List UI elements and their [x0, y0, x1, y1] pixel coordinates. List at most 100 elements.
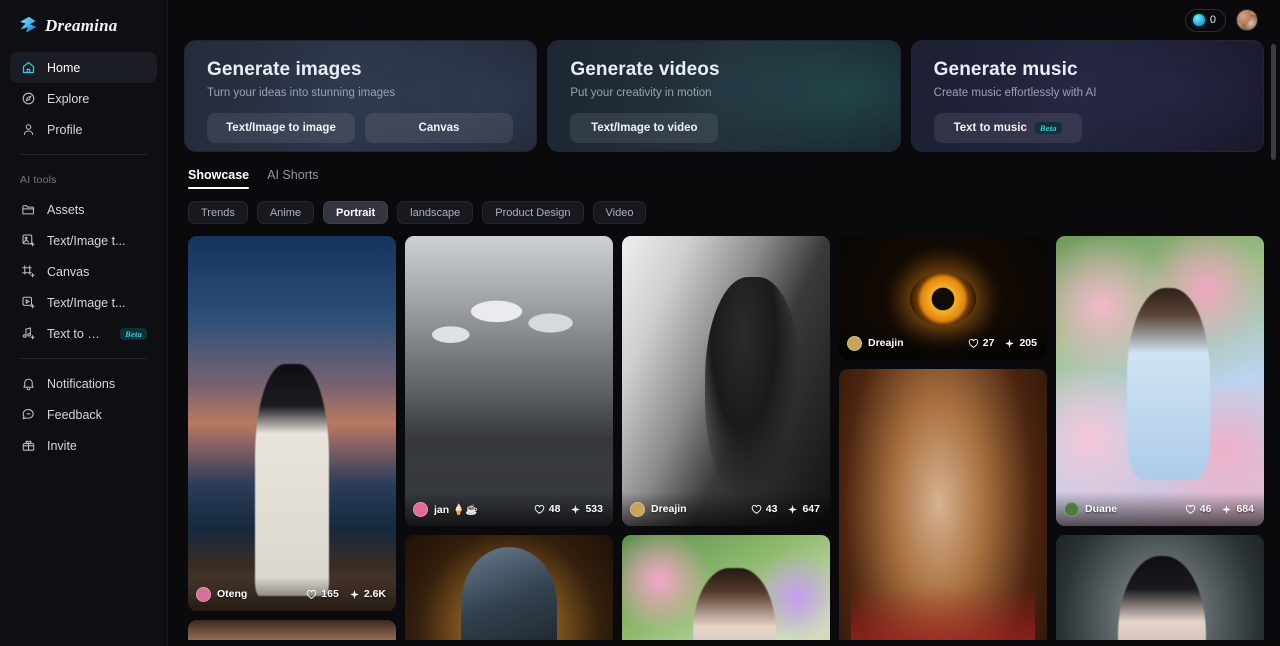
like-stat[interactable]: 46: [1185, 503, 1211, 515]
like-stat[interactable]: 165: [306, 588, 339, 600]
sidebar-item-canvas[interactable]: Canvas: [10, 256, 157, 287]
gallery-card-stats: 27 205: [968, 337, 1037, 349]
chip-video[interactable]: Video: [592, 201, 647, 224]
heart-icon: [534, 504, 545, 515]
text-to-music-label: Text to music: [953, 122, 1027, 134]
credits-badge[interactable]: 0: [1184, 8, 1226, 32]
use-stat[interactable]: 2.6K: [349, 588, 386, 600]
sidebar-item-label: Profile: [47, 122, 83, 137]
sidebar-item-feedback[interactable]: Feedback: [10, 399, 157, 430]
gallery-card-author[interactable]: Duane: [1064, 501, 1118, 517]
gallery-card-image: [622, 236, 830, 526]
heart-icon: [968, 338, 979, 349]
gallery-card[interactable]: [405, 535, 613, 640]
scrollbar-thumb[interactable]: [1271, 44, 1276, 160]
gallery-card[interactable]: Dreajin 43 647: [622, 236, 830, 526]
sidebar-item-label: Canvas: [47, 264, 90, 279]
hero-button-group: Text to music Beta: [933, 113, 1263, 143]
text-image-to-video-button[interactable]: Text/Image to video: [570, 113, 719, 143]
gallery-card[interactable]: [188, 620, 396, 640]
sidebar-item-home[interactable]: Home: [10, 52, 157, 83]
gallery-card[interactable]: [1056, 535, 1264, 640]
sidebar-item-text-image-to-video[interactable]: Text/Image t...: [10, 287, 157, 318]
author-username: jan 🍦☕: [434, 503, 479, 516]
sidebar-item-invite[interactable]: Invite: [10, 430, 157, 461]
spark-icon: [570, 504, 581, 515]
chip-landscape[interactable]: landscape: [397, 201, 474, 224]
sidebar-item-label: Text/Image t...: [47, 295, 126, 310]
text-to-music-button[interactable]: Text to music Beta: [933, 113, 1082, 143]
gallery-card-overlay: Oteng 165 2.6K: [188, 577, 396, 611]
sidebar-item-label: Feedback: [47, 407, 102, 422]
use-stat[interactable]: 684: [1221, 503, 1254, 515]
credits-count: 0: [1209, 14, 1216, 26]
canvas-button[interactable]: Canvas: [365, 113, 513, 143]
sidebar-item-label: Text to music: [47, 326, 106, 341]
brand-logo[interactable]: Dreamina: [10, 0, 157, 52]
page-scrollbar[interactable]: [1271, 44, 1276, 642]
star-spark-icon: [18, 16, 38, 36]
main-content: 0 Generate images Turn your ideas into s…: [168, 0, 1280, 646]
like-stat[interactable]: 48: [534, 503, 560, 515]
gallery-card[interactable]: Dreajin 27 205: [839, 236, 1047, 360]
hero-card-generate-images: Generate images Turn your ideas into stu…: [184, 40, 538, 152]
chip-trends[interactable]: Trends: [188, 201, 248, 224]
gallery-card-author[interactable]: Dreajin: [630, 501, 687, 517]
gallery-card[interactable]: [839, 369, 1047, 640]
chip-portrait[interactable]: Portrait: [323, 201, 389, 224]
author-username: Duane: [1085, 503, 1118, 515]
gallery-card-image: [188, 236, 396, 611]
gallery-card-author[interactable]: Oteng: [196, 586, 247, 602]
gallery-card[interactable]: Duane 46 684: [1056, 236, 1264, 526]
hero-subtitle: Create music effortlessly with AI: [933, 87, 1097, 99]
hero-button-group: Text/Image to video: [570, 113, 899, 143]
image-plus-icon: [20, 233, 36, 249]
gallery-card[interactable]: [622, 535, 830, 640]
video-plus-icon: [20, 295, 36, 311]
gallery-card-overlay: Dreajin 27 205: [839, 326, 1047, 360]
gallery-card-image: [405, 236, 613, 526]
gallery-card[interactable]: Oteng 165 2.6K: [188, 236, 396, 611]
sidebar-secondary-nav: Notifications Feedback Invite: [10, 368, 157, 461]
tab-ai-shorts[interactable]: AI Shorts: [267, 168, 318, 189]
gallery-card-image: [1056, 236, 1264, 526]
gallery-card-image: [1056, 535, 1264, 640]
spark-icon: [1004, 338, 1015, 349]
avatar[interactable]: [1236, 9, 1258, 31]
spark-icon: [1221, 504, 1232, 515]
use-stat[interactable]: 205: [1004, 337, 1037, 349]
person-icon: [20, 122, 36, 138]
author-avatar: [413, 501, 428, 517]
gallery-card-overlay: Duane 46 684: [1056, 492, 1264, 526]
gallery-card-stats: 43 647: [751, 503, 820, 515]
chip-anime[interactable]: Anime: [256, 201, 315, 224]
sidebar-item-notifications[interactable]: Notifications: [10, 368, 157, 399]
heart-icon: [1185, 504, 1196, 515]
hero-card-generate-music: Generate music Create music effortlessly…: [910, 40, 1264, 152]
like-count: 43: [765, 503, 778, 515]
sidebar-item-label: Text/Image t...: [47, 233, 126, 248]
like-stat[interactable]: 43: [751, 503, 778, 515]
use-stat[interactable]: 533: [570, 503, 603, 515]
sidebar-item-assets[interactable]: Assets: [10, 194, 157, 225]
use-stat[interactable]: 647: [787, 503, 820, 515]
gallery-card-author[interactable]: jan 🍦☕: [413, 501, 479, 517]
author-avatar: [1064, 501, 1079, 517]
gallery-card[interactable]: jan 🍦☕ 48 533: [405, 236, 613, 526]
gallery-card-author[interactable]: Dreajin: [847, 335, 904, 351]
sidebar-item-text-image-to-image[interactable]: Text/Image t...: [10, 225, 157, 256]
gallery-card-stats: 46 684: [1185, 503, 1254, 515]
text-image-to-image-button[interactable]: Text/Image to image: [207, 113, 355, 143]
tab-showcase[interactable]: Showcase: [188, 168, 250, 189]
sidebar-item-text-to-music[interactable]: Text to music Beta: [10, 318, 157, 349]
chip-product-design[interactable]: Product Design: [482, 201, 584, 224]
use-count: 533: [585, 503, 603, 515]
use-count: 684: [1236, 503, 1254, 515]
gallery-column: Duane 46 684: [1056, 236, 1264, 640]
sidebar-item-profile[interactable]: Profile: [10, 114, 157, 145]
sidebar-item-explore[interactable]: Explore: [10, 83, 157, 114]
gift-box-icon: [20, 438, 36, 454]
like-stat[interactable]: 27: [968, 337, 994, 349]
chat-bubble-icon: [20, 407, 36, 423]
category-filter-chips: Trends Anime Portrait landscape Product …: [188, 201, 1264, 224]
